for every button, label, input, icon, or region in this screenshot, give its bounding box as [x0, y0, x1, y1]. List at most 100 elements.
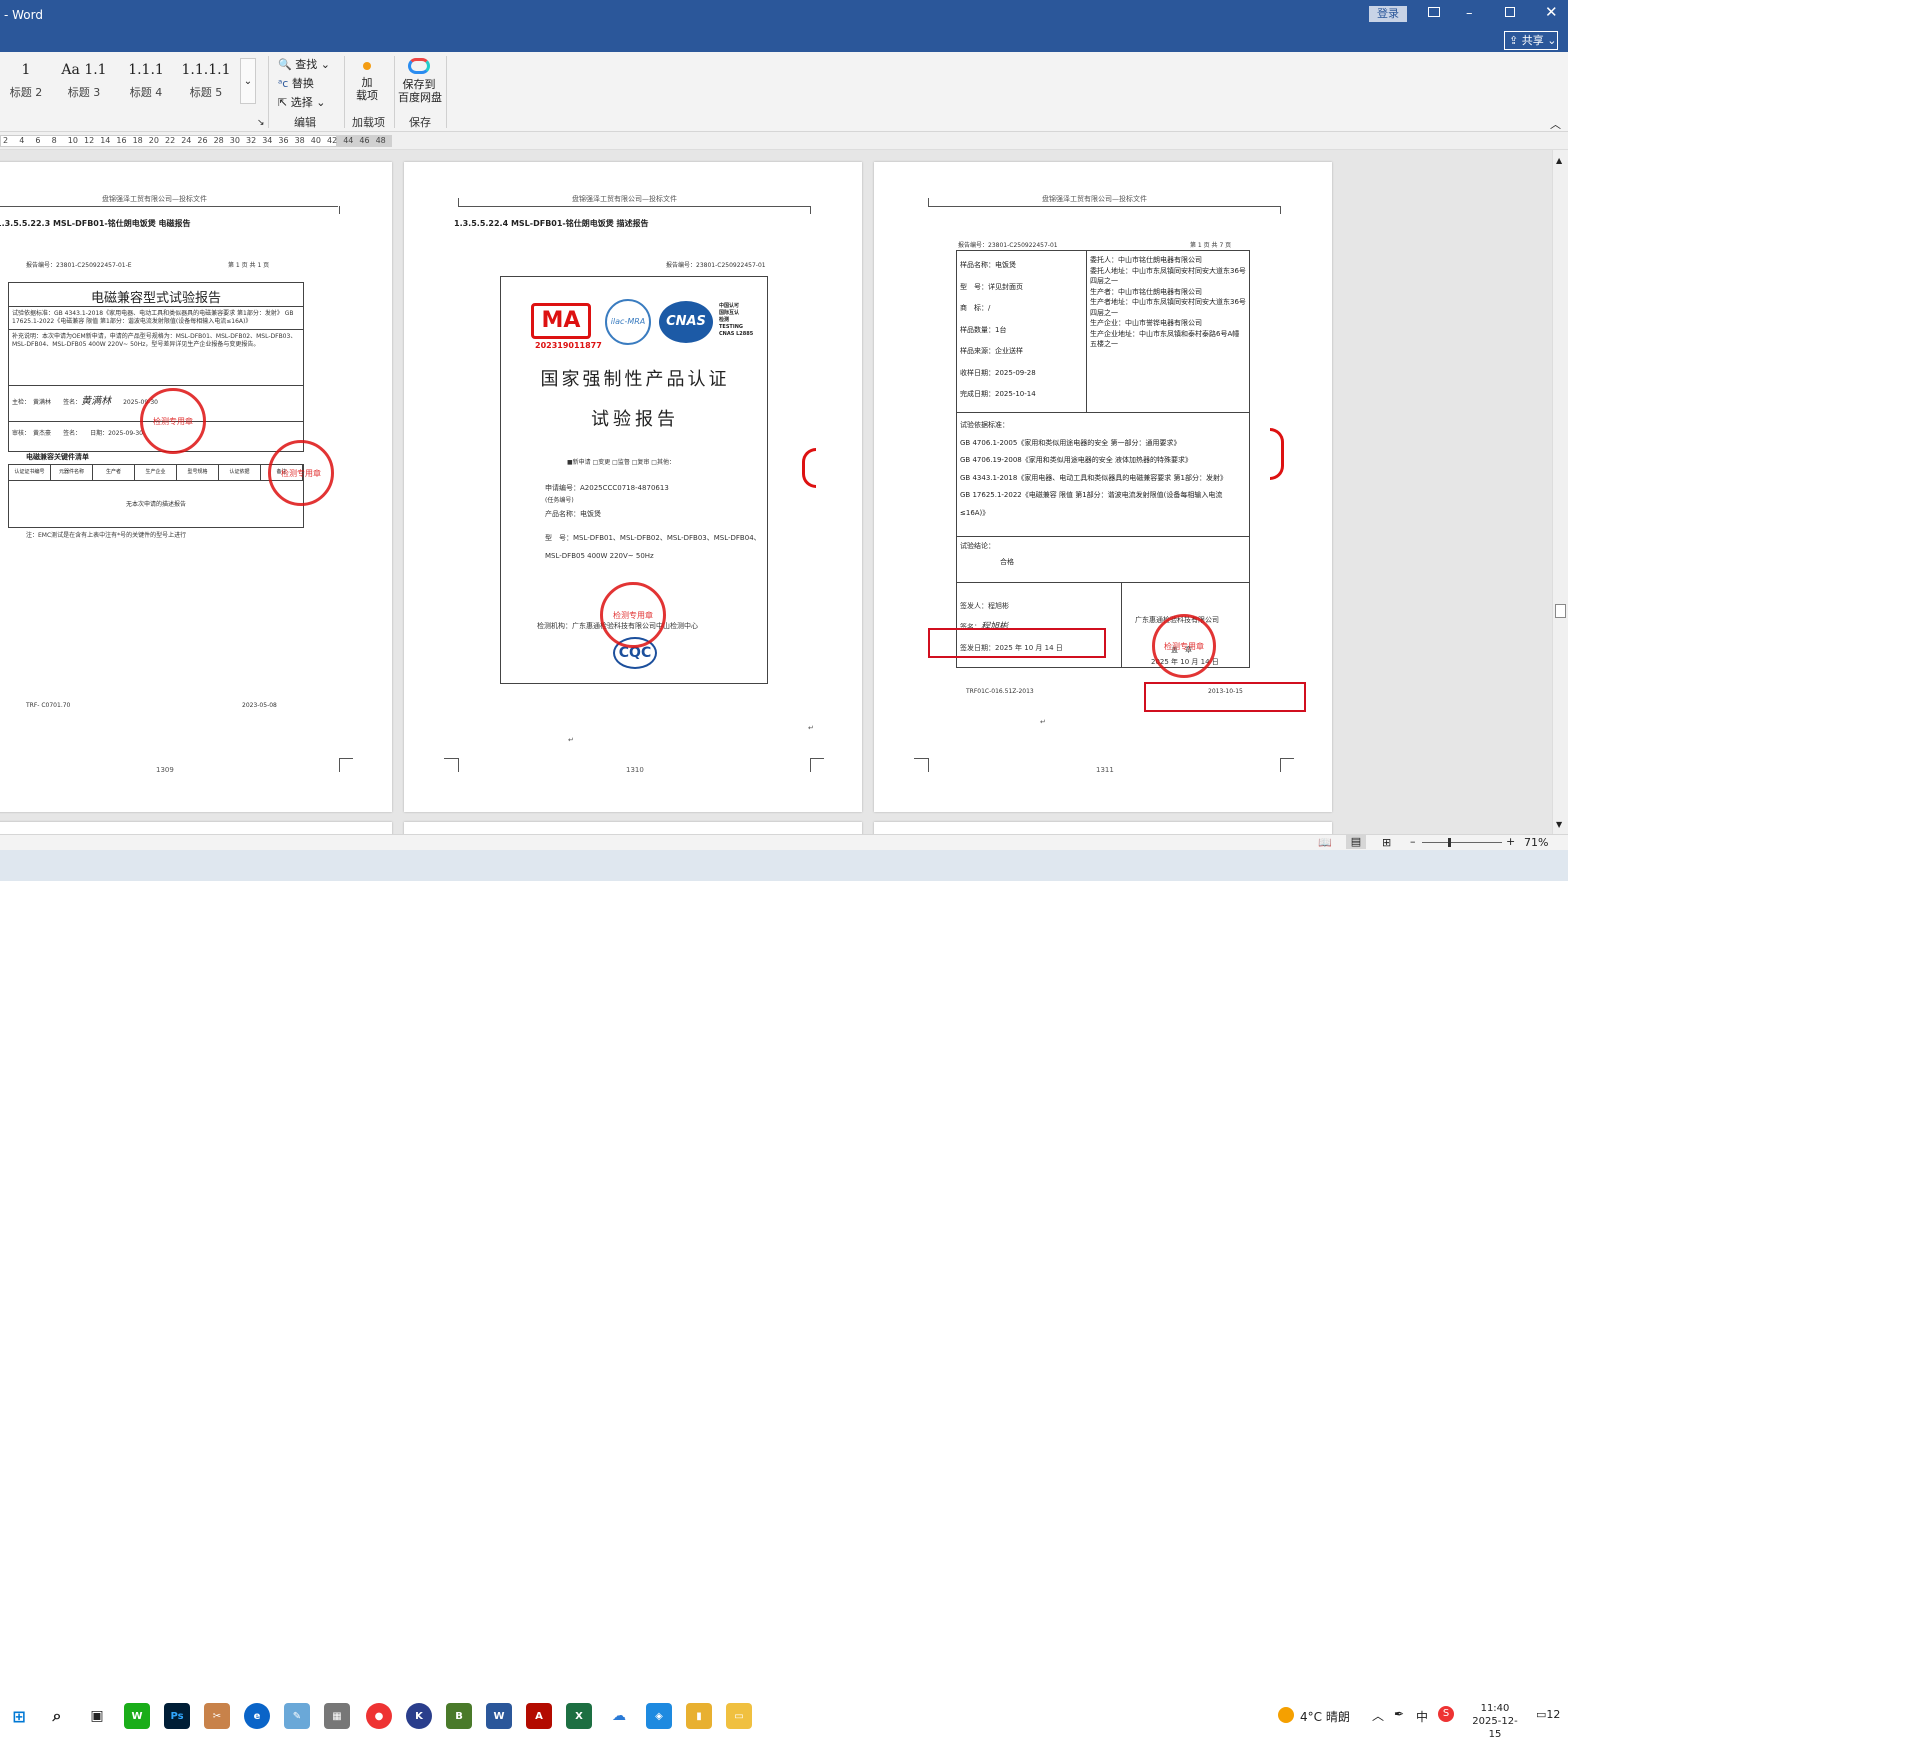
crop-mark: [914, 758, 928, 759]
chevron-down-icon: ⌄: [320, 58, 330, 71]
pen-icon[interactable]: ✒: [1394, 1707, 1404, 1721]
app-icon[interactable]: ▮: [686, 1703, 712, 1729]
scroll-down-icon[interactable]: ▼: [1556, 820, 1562, 829]
replace-button[interactable]: ᵃc 替换: [278, 75, 314, 91]
boss-icon[interactable]: B: [446, 1703, 472, 1729]
maximize-button[interactable]: [1505, 7, 1515, 17]
app-icon[interactable]: ◈: [646, 1703, 672, 1729]
minimize-button[interactable]: –: [1466, 6, 1478, 21]
page-header: 盘锦强泽工贸有限公司—投标文件: [572, 195, 677, 203]
zoom-level[interactable]: 71%: [1524, 836, 1548, 849]
zoom-out-icon[interactable]: –: [1410, 835, 1416, 848]
horizontal-ruler[interactable]: 2 4 6 8 10 12 14 16 18 20 22 24 26 28 30 32 34 36 38 40 42 44…: [0, 132, 1568, 150]
emc-note: 补充说明：本次申请为OEM新申请，申请的产品型号规格为：MSL-DFB01、MS…: [9, 330, 303, 386]
notes-icon[interactable]: ✎: [284, 1703, 310, 1729]
snipping-icon[interactable]: ✂: [204, 1703, 230, 1729]
header-rule: [0, 206, 338, 207]
styles-gallery[interactable]: 1 标题 2 Aa 1.1 标题 3 1.1.1 标题 4 1.1.1.1 标题 5: [0, 58, 240, 112]
key-parts-table: 认证证书编号 元器件名称 生产者 生产企业 型号规格 认证依据 备注 无本次申请的描述报告: [8, 464, 304, 528]
wechat-icon[interactable]: W: [124, 1703, 150, 1729]
weather-text[interactable]: 4°C 晴朗: [1300, 1708, 1350, 1725]
style-heading-3[interactable]: Aa 1.1 标题 3: [58, 62, 110, 100]
ruler-tick: 28: [213, 136, 224, 145]
page-header: 盘锦强泽工贸有限公司—投标文件: [102, 195, 207, 203]
cloud-icon[interactable]: ☁: [606, 1703, 632, 1729]
share-button[interactable]: ⇪ 共享 ⌄: [1504, 31, 1558, 50]
page-next[interactable]: [404, 822, 862, 834]
crop-mark: [339, 206, 340, 214]
inspector-name: 黄满林: [33, 399, 52, 406]
select-button[interactable]: ⇱ 选择 ⌄: [278, 94, 325, 110]
page-1311[interactable]: 盘锦强泽工贸有限公司—投标文件 报告编号：23801-C250922457-01…: [874, 162, 1332, 812]
client-field: 委托人地址：中山市东凤镇同安村同安大道东36号四层之一: [1090, 266, 1246, 286]
sogou-icon[interactable]: S: [1438, 1706, 1454, 1722]
column-header: 认证依据: [219, 465, 261, 480]
crop-mark: [810, 758, 824, 759]
basis-list: GB 4706.1-2005《家用和类似用途电器的安全 第一部分：通用要求》 GB…: [960, 435, 1246, 523]
page-next[interactable]: [0, 822, 392, 834]
read-mode-icon[interactable]: 📖: [1318, 836, 1332, 849]
calculator-icon[interactable]: ▦: [324, 1703, 350, 1729]
web-layout-icon[interactable]: ⊞: [1382, 836, 1391, 849]
collapse-ribbon-icon[interactable]: ︿: [1550, 116, 1561, 132]
ribbon-display-options-icon[interactable]: [1428, 7, 1440, 17]
sample-field: 样品数量：1台: [960, 325, 1007, 334]
excel-icon[interactable]: X: [566, 1703, 592, 1729]
style-heading-5[interactable]: 1.1.1.1 标题 5: [180, 62, 232, 100]
ruler-tick: 6: [35, 136, 41, 145]
chevron-up-icon[interactable]: ︿: [1372, 1707, 1384, 1724]
conclusion-title: 试验结论：: [960, 542, 995, 550]
cnas-text: 中国认可 国际互认 检测 TESTING CNAS L2885: [719, 303, 754, 337]
page-1310[interactable]: 盘锦强泽工贸有限公司—投标文件 1.3.5.5.22.4 MSL-DFB01-铭…: [404, 162, 862, 812]
find-button[interactable]: 🔍 查找 ⌄: [278, 56, 330, 72]
save-to-baidu-button[interactable]: 保存到 百度网盘: [398, 58, 442, 104]
word-icon[interactable]: W: [486, 1703, 512, 1729]
key-parts-header: 认证证书编号 元器件名称 生产者 生产企业 型号规格 认证依据 备注: [9, 465, 303, 481]
style-heading-2[interactable]: 1 标题 2: [0, 62, 52, 100]
styles-dialog-launcher-icon[interactable]: ↘: [257, 118, 265, 128]
print-layout-icon[interactable]: ▤: [1346, 835, 1366, 849]
zoom-in-icon[interactable]: +: [1506, 835, 1515, 848]
ruler-tick: 40: [310, 136, 321, 145]
column-header: 型号规格: [177, 465, 219, 480]
scroll-thumb[interactable]: [1555, 604, 1566, 618]
styles-more-button[interactable]: ⌄: [240, 58, 256, 104]
zoom-slider[interactable]: [1422, 842, 1502, 843]
page-next[interactable]: [874, 822, 1332, 834]
notification-icon[interactable]: ▭12: [1536, 1708, 1560, 1721]
chevron-down-icon: ⌄: [1547, 34, 1557, 47]
close-button[interactable]: ✕: [1545, 3, 1558, 21]
folder-icon[interactable]: ▭: [726, 1703, 752, 1729]
zoom-slider-thumb[interactable]: [1448, 838, 1451, 847]
partial-seal-stamp: [1270, 428, 1284, 480]
page-1309[interactable]: 盘锦强泽工贸有限公司—投标文件 1.3.5.5.22.3 MSL-DFB01-铭…: [0, 162, 392, 812]
header-rule: [928, 206, 1280, 207]
share-icon: ⇪: [1509, 34, 1519, 47]
edge-icon[interactable]: e: [244, 1703, 270, 1729]
ruler-tick: 4: [19, 136, 25, 145]
search-icon[interactable]: ⌕: [44, 1703, 70, 1729]
chrome-icon[interactable]: ●: [366, 1703, 392, 1729]
sample-field: 商 标：/: [960, 304, 991, 312]
ruler-tick: 32: [246, 136, 257, 145]
photoshop-icon[interactable]: Ps: [164, 1703, 190, 1729]
column-header: 认证证书编号: [9, 465, 51, 480]
app-icon[interactable]: K: [406, 1703, 432, 1729]
clock[interactable]: 11:40 2025-12-15: [1466, 1702, 1524, 1741]
task-view-icon[interactable]: ▣: [84, 1703, 110, 1729]
style-heading-4[interactable]: 1.1.1 标题 4: [120, 62, 172, 100]
clock-date: 2025-12-15: [1472, 1716, 1518, 1740]
emc-report-title: 电磁兼容型式试验报告: [9, 283, 303, 307]
login-button[interactable]: 登录: [1369, 6, 1407, 22]
sample-field: 样品名称：电饭煲: [960, 261, 1016, 269]
document-area[interactable]: 盘锦强泽工贸有限公司—投标文件 1.3.5.5.22.3 MSL-DFB01-铭…: [0, 150, 1552, 834]
ime-indicator[interactable]: 中: [1416, 1708, 1428, 1725]
scroll-up-icon[interactable]: ▲: [1556, 156, 1562, 165]
pdf-icon[interactable]: A: [526, 1703, 552, 1729]
basis-item: GB 17625.1-2022《电磁兼容 限值 第1部分：谐波电流发射限值(设备…: [960, 491, 1223, 517]
key-parts-title: 电磁兼容关键件清单: [26, 453, 89, 461]
addins-button[interactable]: 加 载项: [352, 60, 382, 102]
vertical-scrollbar[interactable]: ▲ ▼: [1552, 150, 1568, 834]
windows-start-icon[interactable]: ⊞: [6, 1703, 32, 1729]
ruler-tick: 24: [181, 136, 192, 145]
